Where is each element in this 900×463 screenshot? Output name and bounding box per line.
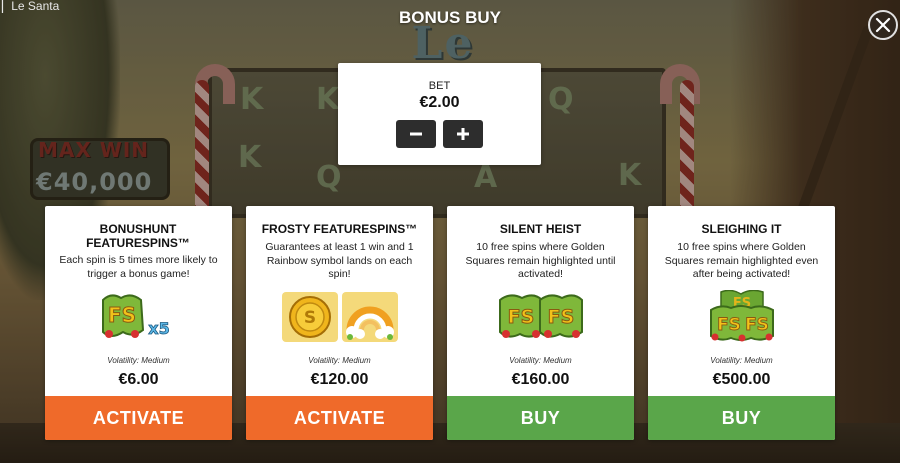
art-text-second: FS (717, 315, 741, 335)
plus-icon (457, 128, 469, 140)
card-title: SILENT HEIST (499, 222, 582, 236)
art-multiplier: x5 (148, 319, 169, 338)
card-volatility: Volatility: Medium (308, 356, 371, 365)
card-description: Each spin is 5 times more likely to trig… (59, 254, 218, 280)
card-price: €500.00 (712, 371, 771, 388)
fs-x5-icon: FS x5 (45, 290, 232, 344)
card-title: FROSTY FEATURESPINS™ (261, 222, 418, 236)
bet-buttons (338, 120, 541, 148)
fs-stack-icon: FS FS FS (648, 290, 835, 344)
bet-panel: BET €2.00 (338, 63, 541, 165)
bet-label: BET (428, 80, 451, 92)
card-volatility: Volatility: Medium (509, 356, 572, 365)
activate-button[interactable]: ACTIVATE (45, 396, 232, 440)
coin-and-rainbow-icon: S (246, 290, 433, 344)
card-description: 10 free spins where Golden Squares remai… (465, 241, 616, 280)
activate-button[interactable]: ACTIVATE (246, 396, 433, 440)
card-price: €6.00 (118, 371, 159, 388)
minus-icon (410, 132, 422, 136)
fs-fs-icon: FS FS (447, 290, 634, 344)
close-button[interactable] (868, 10, 898, 40)
card-title: SLEIGHING IT (701, 222, 782, 236)
bet-value: €2.00 (419, 94, 460, 111)
feature-card-silent-heist: SILENT HEIST 10 free spins where Golden … (447, 206, 634, 440)
buy-button[interactable]: BUY (648, 396, 835, 440)
card-description: 10 free spins where Golden Squares remai… (664, 241, 819, 280)
buy-button[interactable]: BUY (447, 396, 634, 440)
bet-decrease-button[interactable] (396, 120, 436, 148)
feature-card-sleighing-it: SLEIGHING IT 10 free spins where Golden … (648, 206, 835, 440)
bet-increase-button[interactable] (443, 120, 483, 148)
art-text-second: FS (547, 306, 574, 328)
card-volatility: Volatility: Medium (107, 356, 170, 365)
card-volatility: Volatility: Medium (710, 356, 773, 365)
feature-card-bonushunt: BONUSHUNT FEATURESPINS™ Each spin is 5 t… (45, 206, 232, 440)
card-price: €120.00 (310, 371, 369, 388)
modal-title: BONUS BUY (398, 8, 501, 27)
feature-card-frosty: FROSTY FEATURESPINS™ Guarantees at least… (246, 206, 433, 440)
art-text: FS (507, 306, 534, 328)
svg-text:S: S (303, 308, 315, 328)
art-text-third: FS (745, 315, 769, 335)
card-title: BONUSHUNT FEATURESPINS™ (86, 222, 190, 250)
card-description: Guarantees at least 1 win and 1 Rainbow … (265, 241, 414, 280)
art-text: FS (107, 303, 135, 327)
card-price: €160.00 (511, 371, 570, 388)
close-icon (875, 17, 891, 33)
